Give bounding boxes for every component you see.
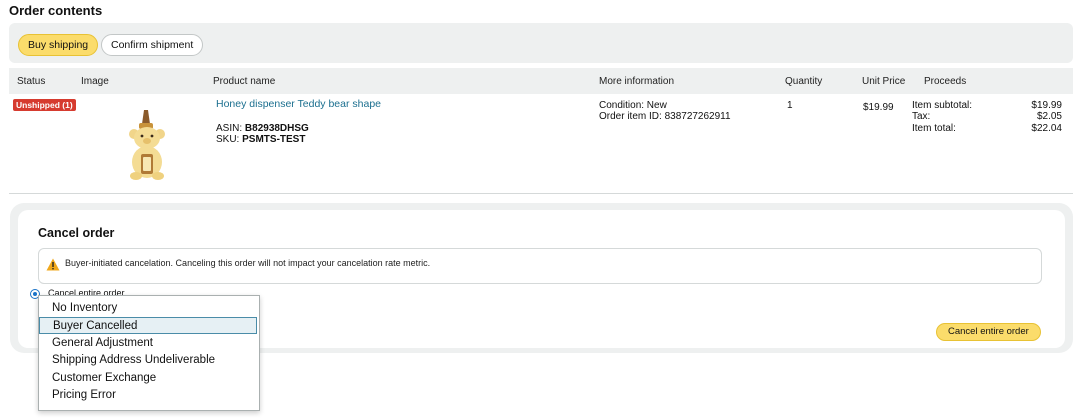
- option-no-inventory[interactable]: No Inventory: [39, 300, 257, 317]
- option-customer-exchange[interactable]: Customer Exchange: [39, 370, 257, 387]
- confirm-shipment-button[interactable]: Confirm shipment: [101, 34, 204, 56]
- option-pricing-error[interactable]: Pricing Error: [39, 387, 257, 404]
- product-image: [129, 110, 165, 180]
- asin-label: ASIN:: [216, 123, 243, 134]
- product-name-link[interactable]: Honey dispenser Teddy bear shape: [216, 98, 381, 110]
- unit-price-value: $19.99: [863, 102, 894, 113]
- warning-icon: [46, 258, 60, 271]
- header-status: Status: [17, 76, 46, 87]
- proceeds-subtotal-value: $19.99: [1031, 100, 1062, 111]
- sku-line: SKU: PSMTS-TEST: [216, 134, 305, 145]
- section-title: Order contents: [9, 3, 103, 18]
- sku-label: SKU:: [216, 134, 240, 145]
- proceeds-tax-label: Tax:: [912, 111, 931, 122]
- status-badge: Unshipped (1): [13, 99, 76, 111]
- option-shipping-address-undeliverable[interactable]: Shipping Address Undeliverable: [39, 352, 257, 369]
- header-quantity: Quantity: [785, 76, 823, 87]
- header-unit-price: Unit Price: [862, 76, 906, 87]
- option-general-adjustment[interactable]: General Adjustment: [39, 335, 257, 352]
- cancel-notice: Buyer-initiated cancelation. Canceling t…: [38, 248, 1042, 284]
- header-image: Image: [81, 76, 109, 87]
- proceeds-total-value: $22.04: [1031, 123, 1062, 134]
- condition-text: Condition: New: [599, 100, 667, 111]
- proceeds-subtotal-label: Item subtotal:: [912, 100, 973, 111]
- buy-shipping-button[interactable]: Buy shipping: [18, 34, 99, 56]
- order-toolbar: Buy shipping Confirm shipment: [9, 23, 1073, 63]
- cancel-notice-text: Buyer-initiated cancelation. Canceling t…: [65, 258, 431, 268]
- proceeds-total-label: Item total:: [912, 123, 956, 134]
- cancel-entire-order-button[interactable]: Cancel entire order: [936, 323, 1041, 341]
- quantity-value: 1: [787, 100, 793, 111]
- proceeds-tax-value: $2.05: [1036, 111, 1062, 122]
- cancel-reason-dropdown[interactable]: No Inventory Buyer Cancelled General Adj…: [38, 295, 260, 411]
- sku-value: PSMTS-TEST: [242, 134, 306, 145]
- asin-line: ASIN: B82938DHSG: [216, 123, 309, 134]
- order-item-id: Order item ID: 838727262911: [599, 111, 731, 122]
- table-header: Status Image Product name More informati…: [9, 68, 1073, 94]
- option-buyer-cancelled[interactable]: Buyer Cancelled: [39, 317, 257, 334]
- header-product-name: Product name: [213, 76, 276, 87]
- header-proceeds: Proceeds: [924, 76, 967, 87]
- header-more-information: More information: [599, 76, 675, 87]
- asin-value: B82938DHSG: [244, 123, 309, 134]
- cancel-order-title: Cancel order: [38, 226, 115, 240]
- table-row: Unshipped (1) Honey dispenser Teddy bear…: [9, 95, 1073, 194]
